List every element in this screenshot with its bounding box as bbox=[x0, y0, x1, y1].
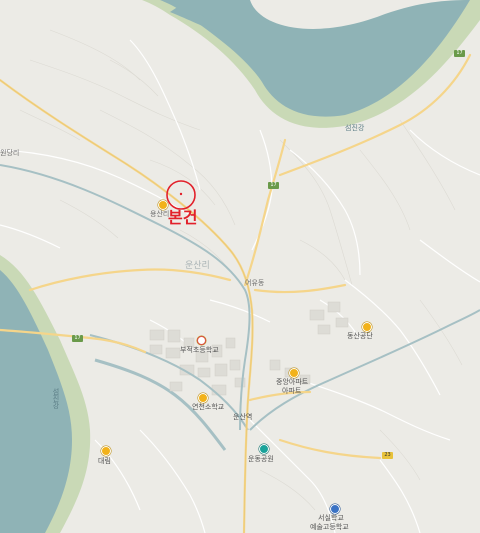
complex-marker[interactable] bbox=[289, 368, 299, 378]
industrial-marker[interactable] bbox=[362, 322, 372, 332]
road-shield-center: 17 bbox=[268, 182, 279, 189]
station-label: 운산역 bbox=[233, 413, 253, 421]
complex-label: 중앙아파트 bbox=[276, 378, 309, 386]
office-marker[interactable] bbox=[197, 336, 206, 345]
river-label-west: 섬진강 bbox=[52, 388, 60, 409]
road-shield-west: 17 bbox=[72, 335, 83, 342]
school-marker[interactable] bbox=[198, 393, 208, 403]
bottom-poi-sub-label: 예술고등학교 bbox=[310, 523, 349, 531]
village-label: 용산리 bbox=[150, 210, 170, 218]
south-west-label: 대림 bbox=[98, 457, 111, 465]
bottom-poi-label: 서실학교 bbox=[318, 514, 344, 522]
park-marker[interactable] bbox=[259, 444, 269, 454]
complex-sub-label: 아파트 bbox=[282, 387, 302, 395]
river-label-east: 섬진강 bbox=[345, 124, 365, 132]
road-shield-east: 23 bbox=[382, 452, 393, 459]
village-mid-label: 어유동 bbox=[245, 279, 265, 287]
bottom-poi-marker[interactable] bbox=[330, 504, 340, 514]
office-label: 부적초등학교 bbox=[180, 346, 219, 354]
industrial-label: 동산공단 bbox=[347, 332, 373, 340]
highlight-center-dot bbox=[179, 192, 183, 196]
map-view[interactable]: 본건 17 17 17 23 섬진강 섬진강 원당리 용산리 운산리 어유동 부… bbox=[0, 0, 480, 533]
south-west-marker[interactable] bbox=[101, 446, 111, 456]
road-shield-north: 17 bbox=[454, 50, 465, 57]
village-marker[interactable] bbox=[158, 200, 168, 210]
subject-property-label: 본건 bbox=[168, 208, 198, 227]
west-edge-label: 원당리 bbox=[0, 149, 20, 157]
area-label-center: 운산리 bbox=[185, 261, 210, 271]
park-label: 운동공원 bbox=[248, 455, 274, 463]
map-canvas bbox=[0, 0, 480, 533]
school-label: 연천소학교 bbox=[192, 403, 225, 411]
